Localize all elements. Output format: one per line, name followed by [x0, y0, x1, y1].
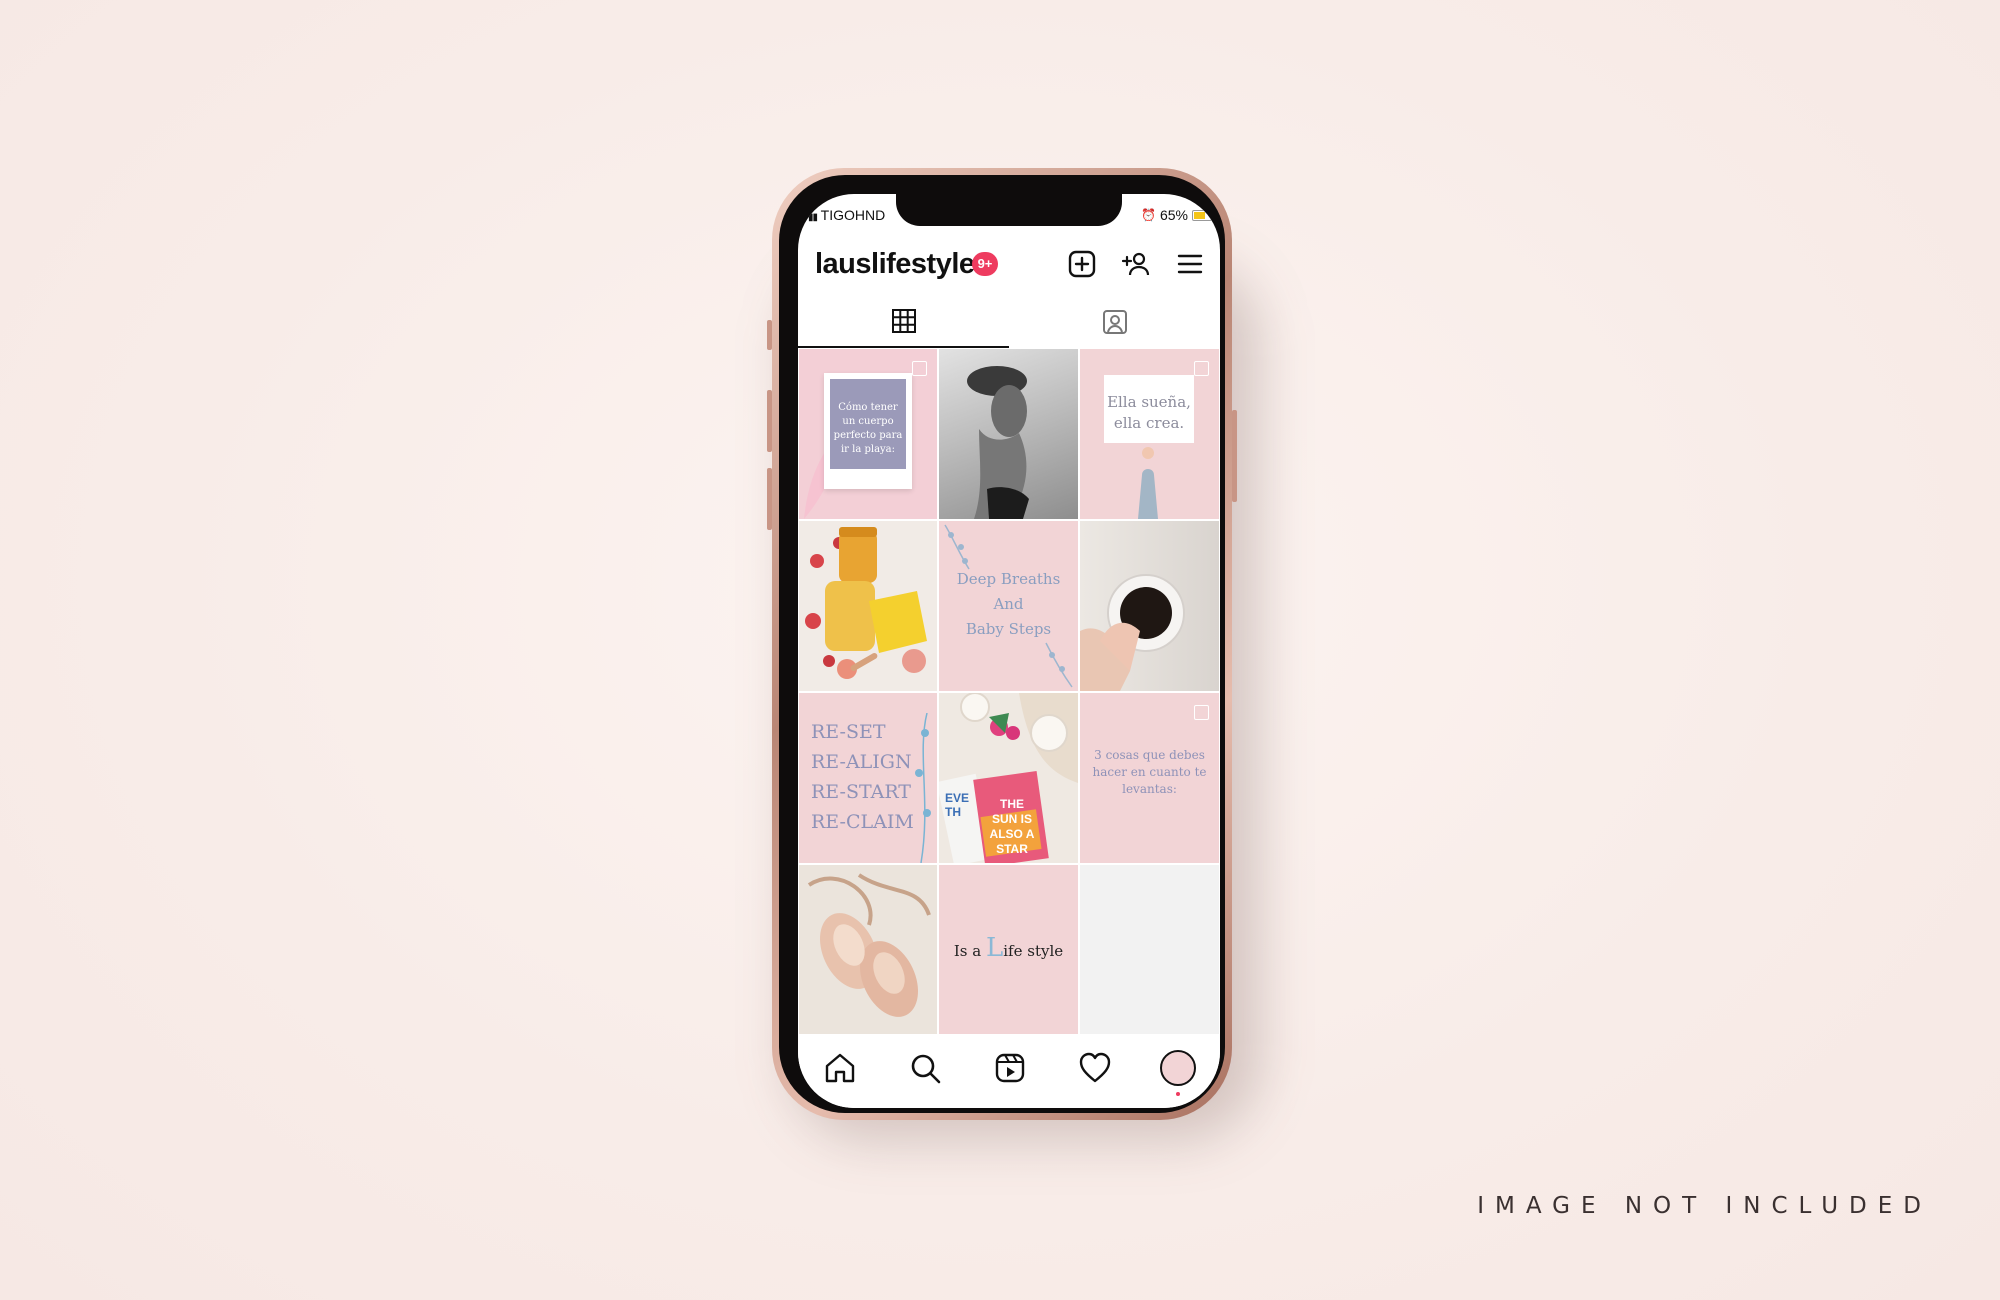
post-caption: Deep Breaths And Baby Steps	[939, 567, 1078, 642]
book-title-line: TH	[945, 805, 961, 819]
tagged-person-icon	[1102, 310, 1127, 334]
signal-icon: ▮▮	[808, 212, 818, 223]
post-caption: 3 cosas que debes hacer en cuanto te lev…	[1092, 748, 1207, 796]
activity-dot	[1176, 1092, 1180, 1096]
home-icon[interactable]	[822, 1050, 858, 1086]
camera-notch	[896, 194, 1122, 226]
profile-avatar[interactable]	[1160, 1050, 1196, 1096]
carousel-icon	[1194, 361, 1209, 376]
new-post-icon[interactable]	[1066, 248, 1098, 280]
search-icon[interactable]	[907, 1050, 943, 1086]
add-person-icon[interactable]	[1120, 248, 1152, 280]
post-tile[interactable]	[799, 865, 937, 1035]
profile-header: lauslifestyle 9+	[798, 230, 1220, 288]
empty-tile	[1080, 865, 1219, 1035]
post-tile[interactable]: Deep Breaths And Baby Steps	[939, 521, 1078, 691]
profile-username[interactable]: lauslifestyle	[815, 248, 975, 281]
volume-up-button	[767, 390, 772, 452]
post-tile[interactable]	[1080, 521, 1219, 691]
post-tile[interactable]	[799, 521, 937, 691]
caption-line: RE-SET	[811, 721, 886, 743]
bottom-nav	[798, 1034, 1220, 1108]
post-tile[interactable]: RE-SET RE-ALIGN RE-START RE-CLAIM	[799, 693, 937, 863]
caption-part: Is a	[953, 942, 982, 960]
book-title-left: EVE TH	[945, 791, 975, 819]
skincare-products-photo	[805, 527, 927, 679]
post-caption: RE-SET RE-ALIGN RE-START RE-CLAIM	[811, 717, 914, 837]
post-caption: Is a Life style	[939, 933, 1078, 963]
book-title-line: STAR	[996, 842, 1028, 856]
caption-part: ife style	[1003, 942, 1064, 960]
caption-line: RE-CLAIM	[811, 811, 914, 833]
carousel-icon	[912, 361, 927, 376]
post-tile[interactable]: Is a Life style	[939, 865, 1078, 1035]
phone-bezel: ▮▮ TIGOHND ⏰ 65% lauslifestyle 9+ Cómo t…	[779, 175, 1225, 1113]
grid-icon	[891, 309, 916, 333]
floral-decoration	[915, 713, 931, 863]
book-title-line: SUN IS	[991, 812, 1032, 826]
post-tile[interactable]: EVE TH THE SUN IS ALSO A STAR	[939, 693, 1078, 863]
book-title-line: ALSO A	[989, 827, 1035, 841]
mute-switch	[767, 320, 772, 350]
volume-down-button	[767, 468, 772, 530]
heart-icon[interactable]	[1077, 1050, 1113, 1086]
caption-initial: L	[985, 933, 1004, 963]
tab-posts-grid[interactable]	[798, 296, 1009, 348]
carrier-label: TIGOHND	[820, 207, 886, 223]
woman-figure-illustration	[1138, 447, 1158, 519]
post-caption: Ella sueña, ella crea.	[1107, 393, 1191, 432]
carousel-icon	[1194, 705, 1209, 720]
book-title-right: THE SUN IS ALSO A STAR	[983, 797, 1041, 857]
post-tile[interactable]: Ella sueña, ella crea.	[1080, 349, 1219, 519]
battery-icon	[1192, 209, 1212, 221]
ballet-shoes-photo	[807, 873, 931, 1017]
book-title-line: THE	[1000, 797, 1024, 811]
phone-frame: ▮▮ TIGOHND ⏰ 65% lauslifestyle 9+ Cómo t…	[767, 168, 1237, 1120]
notification-badge[interactable]: 9+	[972, 252, 998, 276]
phone-screen: ▮▮ TIGOHND ⏰ 65% lauslifestyle 9+ Cómo t…	[798, 194, 1220, 1108]
caption-line: Deep Breaths	[956, 570, 1061, 588]
book-title-line: EVE	[945, 791, 970, 805]
status-right: ⏰ 65%	[1141, 207, 1212, 223]
reels-icon[interactable]	[992, 1050, 1028, 1086]
menu-icon[interactable]	[1174, 248, 1206, 280]
woman-silhouette-photo	[967, 366, 1029, 519]
post-caption: Cómo tener un cuerpo perfecto para ir la…	[833, 402, 903, 455]
status-carrier: ▮▮ TIGOHND	[808, 207, 885, 223]
profile-tabs	[798, 296, 1220, 348]
watermark-text: IMAGE NOT INCLUDED	[1477, 1193, 1932, 1219]
post-tile[interactable]	[939, 349, 1078, 519]
branch-decoration	[944, 524, 970, 570]
post-tile[interactable]: Cómo tener un cuerpo perfecto para ir la…	[799, 349, 937, 519]
caption-line: RE-START	[811, 781, 911, 803]
branch-decoration	[1045, 642, 1073, 688]
posts-grid: Cómo tener un cuerpo perfecto para ir la…	[799, 349, 1220, 1035]
alarm-icon: ⏰	[1141, 208, 1156, 222]
polaroid-frame: Cómo tener un cuerpo perfecto para ir la…	[824, 373, 912, 489]
post-tile[interactable]: 3 cosas que debes hacer en cuanto te lev…	[1080, 693, 1219, 863]
coffee-cup-photo	[1080, 574, 1185, 691]
caption-line: And	[993, 595, 1024, 613]
tab-tagged[interactable]	[1009, 296, 1220, 348]
battery-percent: 65%	[1159, 207, 1188, 223]
power-button	[1232, 410, 1237, 502]
caption-line: RE-ALIGN	[811, 751, 912, 773]
